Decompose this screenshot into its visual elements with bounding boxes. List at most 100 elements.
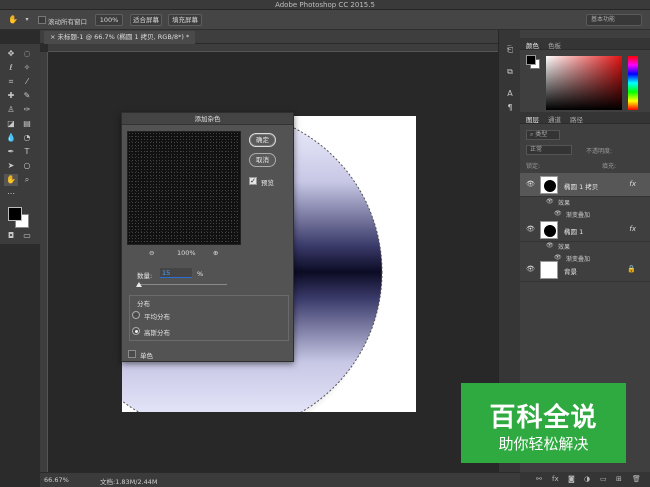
scroll-all-windows-checkbox[interactable] [38,16,46,24]
gaussian-radio[interactable] [132,327,140,335]
layer-row[interactable]: 👁 背景 🔒 [520,258,650,282]
watermark-subtitle: 助你轻松解决 [498,435,589,453]
folder-icon[interactable]: ▭ [600,475,607,483]
zoom-in-icon[interactable]: ⊕ [213,249,218,257]
panel-foreground-swatch[interactable] [526,55,536,65]
preview-checkbox[interactable]: ✓ [249,177,257,185]
fit-screen-button[interactable]: 适合屏幕 [130,14,162,26]
marquee-tool-icon[interactable]: ◌ [20,48,34,60]
eye-icon[interactable]: 👁 [526,265,535,273]
opacity-label: 不透明度: [586,148,613,155]
eye-icon[interactable]: 👁 [526,225,535,233]
zoom-tool-icon[interactable]: ⌕ [20,174,34,186]
document-tab-label: 未标题-1 @ 66.7% (椭圆 1 拷贝, RGB/8*) * [57,33,190,41]
ok-button[interactable]: 确定 [249,133,276,147]
amount-slider-thumb[interactable] [136,282,142,287]
stamp-tool-icon[interactable]: ♙ [4,104,18,116]
preview-zoom-row: ⊖ 100% ⊕ [127,249,241,259]
lasso-tool-icon[interactable]: ℓ [4,62,18,74]
fx-icon[interactable]: fx [629,180,636,188]
scroll-all-windows-label: 滚动所有窗口 [48,18,87,26]
eye-icon[interactable]: 👁 [554,210,562,217]
pen-tool-icon[interactable]: ✒ [4,146,18,158]
chevron-down-icon[interactable]: ▾ [20,14,34,26]
new-layer-icon[interactable]: ⊞ [616,475,622,483]
tab-swatches[interactable]: 色板 [548,40,561,50]
amount-slider[interactable] [137,284,227,285]
brush-tool-icon[interactable]: ✎ [20,90,34,102]
effects-row[interactable]: 👁 效果 [520,240,650,252]
document-tab[interactable]: × 未标题-1 @ 66.7% (椭圆 1 拷贝, RGB/8*) * [44,31,196,44]
layer-kind-filter[interactable]: ⌕ 类型 [526,130,560,140]
zoom-level[interactable]: 66.67% [44,476,69,484]
mask-icon[interactable]: ◙ [568,475,575,483]
blend-mode-select[interactable]: 正常 [526,145,572,155]
document-size: 文档:1.83M/2.44M [100,478,158,486]
tab-color[interactable]: 颜色 [526,40,539,50]
properties-icon[interactable]: ⧉ [504,66,516,78]
trash-icon[interactable]: 🗑 [632,475,641,483]
layer-row[interactable]: 👁 椭圆 1 fx [520,218,650,242]
lock-icon[interactable]: 🔒 [627,265,636,273]
screen-mode-icon[interactable]: ▭ [20,230,34,242]
fx-menu-icon[interactable]: fx [552,475,559,483]
tab-layers[interactable]: 图层 [526,114,539,124]
layer-name: 椭圆 1 拷贝 [564,183,599,191]
gradient-tool-icon[interactable]: ▤ [20,118,34,130]
crop-tool-icon[interactable]: ⌗ [4,76,18,88]
layers-footer: ⚯ fx ◙ ◑ ▭ ⊞ 🗑 [520,472,650,487]
add-noise-dialog: 添加杂色 确定 取消 ✓ 预览 ⊖ 100% ⊕ 数量: % 分布 平均分布 高… [121,112,294,362]
tab-paths[interactable]: 路径 [570,114,583,124]
eye-icon[interactable]: 👁 [546,242,554,249]
tab-channels[interactable]: 通道 [548,114,561,124]
uniform-radio[interactable] [132,311,140,319]
noise-preview[interactable] [127,131,241,245]
paragraph-icon[interactable]: ¶ [504,102,516,114]
eye-icon[interactable]: 👁 [526,180,535,188]
preview-zoom-value: 100% [177,249,196,257]
layer-row[interactable]: 👁 椭圆 1 拷贝 fx [520,173,650,197]
eraser-tool-icon[interactable]: ◪ [4,118,18,130]
healing-brush-icon[interactable]: ✚ [4,90,18,102]
zoom-out-icon[interactable]: ⊖ [149,249,154,257]
gaussian-label: 高斯分布 [144,329,170,337]
character-icon[interactable]: A [504,88,516,100]
vertical-ruler [40,52,48,472]
zoom-100-button[interactable]: 100% [95,14,123,26]
effects-row[interactable]: 👁 效果 [520,196,650,208]
foreground-color-swatch[interactable] [8,207,22,221]
move-tool-icon[interactable]: ✥ [4,48,18,60]
cancel-button[interactable]: 取消 [249,153,276,167]
app-title: Adobe Photoshop CC 2015.5 [275,1,375,9]
hue-slider[interactable] [628,56,638,110]
watermark-title: 百科全说 [489,403,598,433]
color-picker-field[interactable] [546,56,622,110]
history-brush-icon[interactable]: ✑ [20,104,34,116]
eyedropper-icon[interactable]: ⁄ [20,76,34,88]
dodge-tool-icon[interactable]: ◔ [20,132,34,144]
close-icon[interactable]: × [50,33,58,41]
path-select-icon[interactable]: ➤ [4,160,18,172]
amount-input[interactable] [160,268,192,278]
horizontal-ruler [48,44,498,52]
type-tool-icon[interactable]: T [20,146,34,158]
shape-tool-icon[interactable]: ○ [20,160,34,172]
link-icon[interactable]: ⚯ [536,475,542,483]
magic-wand-icon[interactable]: ✧ [20,62,34,74]
preview-label: 预览 [261,179,274,187]
layer-name: 背景 [564,268,577,276]
quick-mask-icon[interactable]: ◘ [4,230,18,242]
blur-tool-icon[interactable]: 💧 [4,132,18,144]
hand-icon[interactable]: ✋ [6,14,20,26]
monochromatic-checkbox[interactable] [128,350,136,358]
fill-screen-button[interactable]: 填充屏幕 [168,14,202,26]
monochromatic-label: 单色 [140,352,153,360]
amount-unit: % [197,270,204,278]
hand-tool-icon[interactable]: ✋ [4,174,18,186]
adjustment-icon[interactable]: ◑ [584,475,590,483]
more-tools-icon[interactable]: ⋯ [4,188,18,200]
eye-icon[interactable]: 👁 [546,198,554,205]
workspace-select[interactable]: 基本功能 [586,14,642,26]
history-icon[interactable]: ⎗ [504,44,516,56]
fx-icon[interactable]: fx [629,225,636,233]
